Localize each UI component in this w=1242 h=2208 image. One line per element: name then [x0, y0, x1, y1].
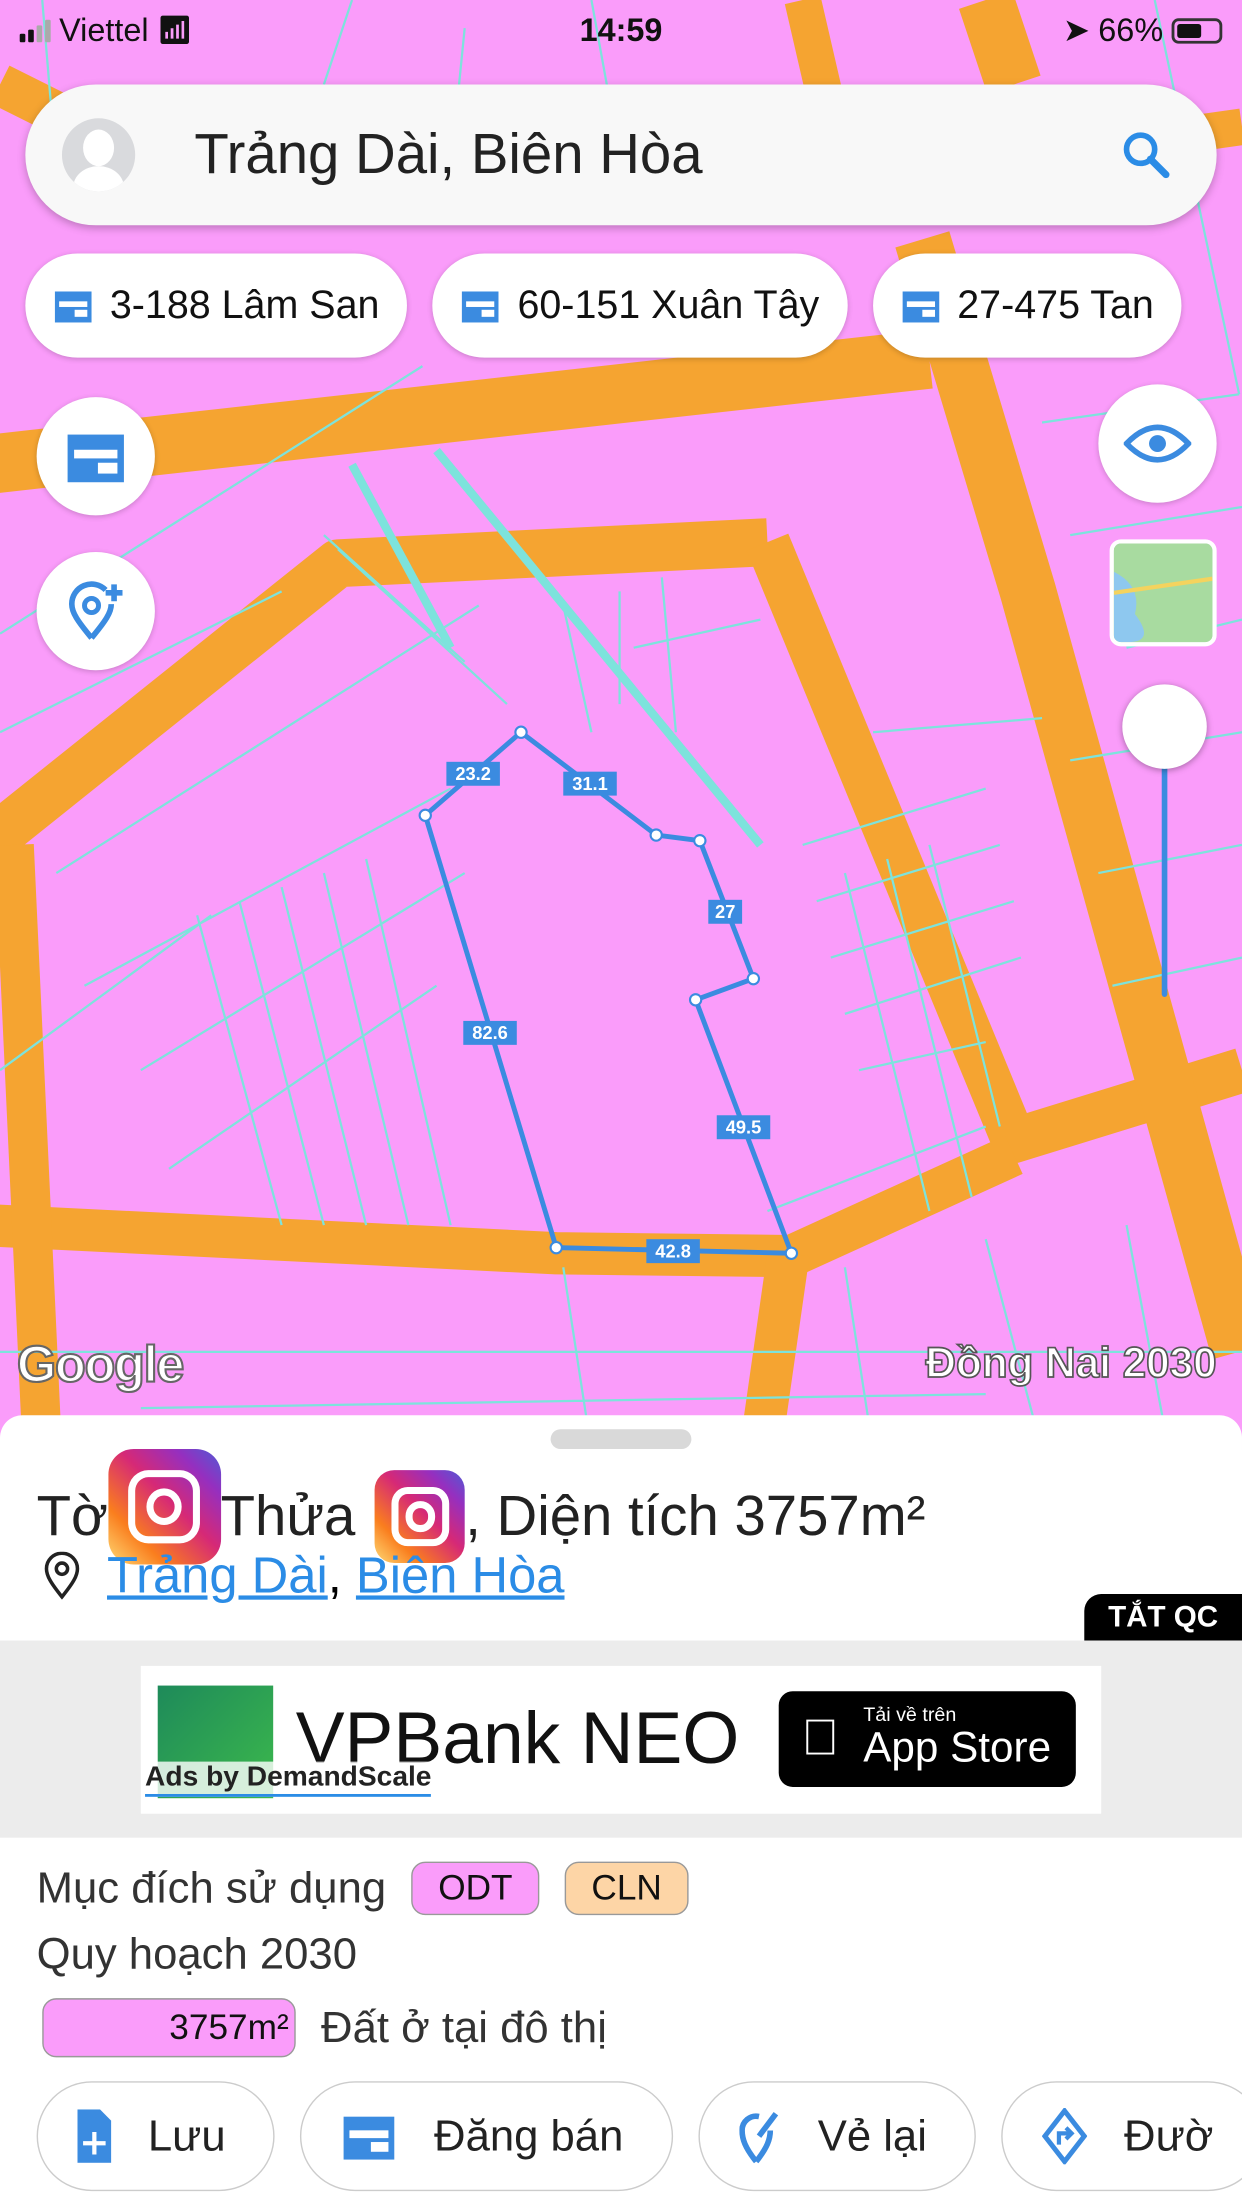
svg-text:23.2: 23.2: [455, 763, 491, 784]
ads-by-link[interactable]: Ads by DemandScale: [145, 1761, 432, 1797]
listings-button[interactable]: [36, 397, 155, 516]
chip-lam-san[interactable]: 3-188 Lâm San: [25, 253, 408, 358]
usage-row: Mục đích sử dụng ODT CLN: [37, 1861, 689, 1916]
map-pin-icon: [44, 1551, 80, 1600]
city-link[interactable]: Biên Hòa: [356, 1546, 565, 1604]
listing-icon: [462, 291, 500, 323]
suggestion-chips: 3-188 Lâm San 60-151 Xuân Tây 27-475 Tan: [25, 253, 1182, 358]
edge-label: 42.8: [646, 1239, 700, 1264]
clock: 14:59: [579, 11, 663, 48]
avatar[interactable]: [61, 118, 136, 192]
chip-xuan-tay[interactable]: 60-151 Xuân Tây: [432, 253, 848, 358]
svg-text:82.6: 82.6: [472, 1022, 508, 1043]
hide-ads-button[interactable]: TẮT QC: [1084, 1594, 1242, 1642]
svg-text:31.1: 31.1: [572, 773, 608, 794]
sheet-drag-handle[interactable]: [550, 1429, 692, 1449]
add-location-button[interactable]: [36, 551, 155, 671]
basemap-thumbnail[interactable]: [1109, 539, 1217, 647]
usage-tag-cln: CLN: [564, 1861, 689, 1916]
map-layer-name: Đồng Nai 2030: [925, 1340, 1218, 1388]
chip-tan[interactable]: 27-475 Tan: [872, 253, 1182, 358]
battery-percent: 66%: [1098, 11, 1164, 48]
listing-icon: [343, 2116, 395, 2160]
svg-text:49.5: 49.5: [726, 1117, 762, 1138]
edge-label: 23.2: [446, 761, 500, 786]
edge-label: 49.5: [716, 1115, 771, 1140]
edge-label: 82.6: [463, 1020, 517, 1045]
battery-icon: [1171, 17, 1223, 43]
edge-label: 27: [708, 899, 743, 924]
add-location-pin-icon: [68, 581, 123, 640]
draw-pin-icon: [738, 2111, 778, 2164]
post-sale-button[interactable]: Đăng bán: [300, 2081, 673, 2192]
apple-icon: : [801, 1708, 839, 1767]
plan-area-bar: 3757m²: [42, 1998, 296, 2058]
parcel-location: Trảng Dài, Biên Hòa: [42, 1546, 564, 1605]
plan-label: Quy hoạch 2030: [36, 1929, 357, 1979]
usage-tag-odt: ODT: [411, 1861, 540, 1916]
ad-banner[interactable]: VPBank NEO Ads by DemandScale  Tải về t…: [140, 1665, 1102, 1814]
listing-icon: [902, 291, 939, 323]
add-file-icon: [77, 2109, 112, 2163]
opacity-slider-track[interactable]: [1161, 760, 1168, 997]
plan-row: 3757m² Đất ở tại đô thị: [42, 1998, 607, 2058]
visibility-button[interactable]: [1098, 384, 1217, 503]
search-bar[interactable]: Trảng Dài, Biên Hòa: [25, 84, 1217, 226]
svg-text:42.8: 42.8: [655, 1240, 691, 1261]
action-bar: Lưu Đăng bán Vẻ lại Đườ: [36, 2081, 1242, 2192]
directions-button[interactable]: Đườ: [1001, 2081, 1242, 2192]
google-logo: Google: [16, 1334, 186, 1394]
save-button[interactable]: Lưu: [36, 2081, 275, 2192]
search-input[interactable]: Trảng Dài, Biên Hòa: [194, 123, 1118, 186]
directions-icon: [1042, 2108, 1088, 2165]
redraw-button[interactable]: Vẻ lại: [698, 2081, 977, 2192]
listing-icon: [67, 434, 124, 483]
ward-link[interactable]: Trảng Dài: [107, 1546, 328, 1604]
edge-label: 31.1: [563, 771, 617, 796]
app-store-badge[interactable]:  Tải về trên App Store: [778, 1691, 1076, 1787]
status-bar: Viettel 📶︎ 14:59 ➤ 66%: [0, 8, 1242, 56]
location-arrow-icon: ➤: [1062, 11, 1090, 48]
eye-icon: [1123, 424, 1192, 463]
listing-icon: [54, 291, 92, 323]
opacity-slider-handle[interactable]: [1122, 684, 1207, 769]
search-icon[interactable]: [1118, 127, 1174, 183]
svg-text:27: 27: [715, 901, 735, 922]
